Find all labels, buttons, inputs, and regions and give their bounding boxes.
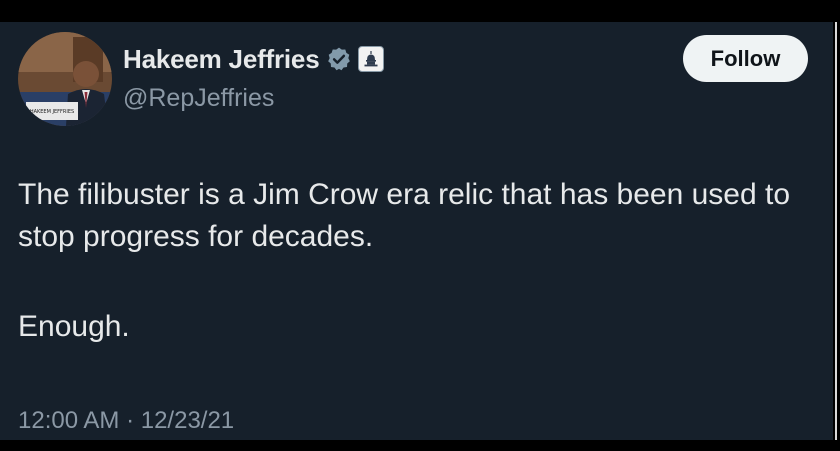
author-name-row: Hakeem Jeffries — [123, 42, 385, 76]
tweet-body: The filibuster is a Jim Crow era relic t… — [18, 174, 808, 348]
tweet-timestamp[interactable]: 12:00 AM · 12/23/21 — [18, 407, 234, 435]
follow-button[interactable]: Follow — [683, 35, 808, 82]
author-display-name[interactable]: Hakeem Jeffries — [123, 44, 320, 75]
right-edge-divider — [835, 22, 837, 440]
tweet-text-paragraph-2: Enough. — [18, 310, 130, 343]
author-handle[interactable]: @RepJeffries — [123, 84, 274, 113]
tweet-text-paragraph-1: The filibuster is a Jim Crow era relic t… — [18, 178, 791, 253]
tweet-card: HAKEEM JEFFRIES Hakeem Jeffries @RepJeff… — [0, 22, 833, 440]
verified-checkmark-icon — [328, 47, 351, 71]
screenshot-frame: HAKEEM JEFFRIES Hakeem Jeffries @RepJeff… — [0, 0, 840, 451]
avatar-nameplate: HAKEEM JEFFRIES — [30, 109, 74, 115]
avatar[interactable]: HAKEEM JEFFRIES — [18, 32, 112, 126]
avatar-image: HAKEEM JEFFRIES — [18, 32, 112, 126]
capitol-dome-icon — [358, 46, 385, 72]
